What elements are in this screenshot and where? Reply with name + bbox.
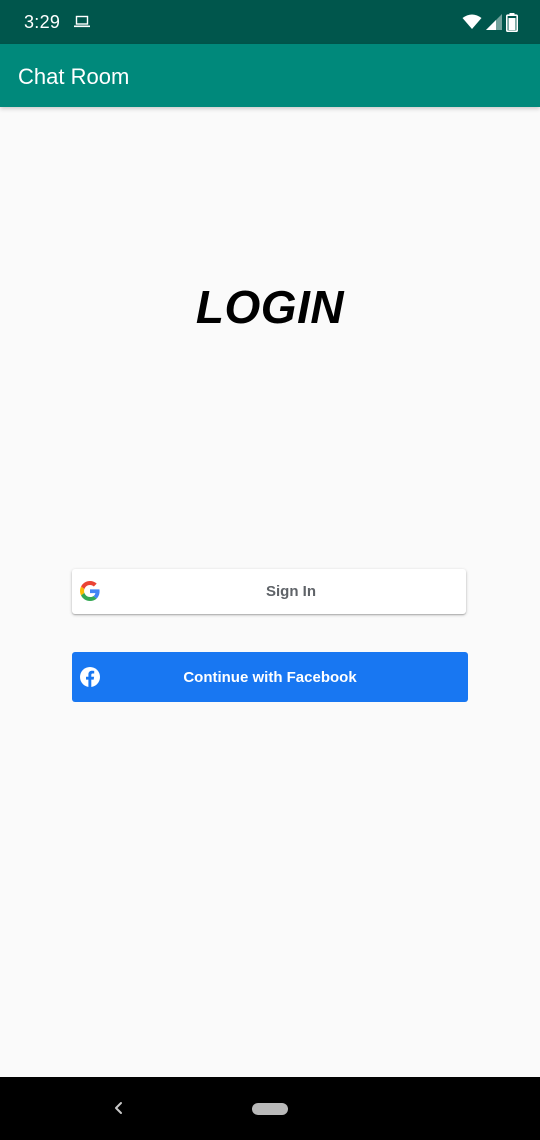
laptop-icon xyxy=(74,15,90,28)
signal-icon xyxy=(486,14,502,30)
google-sign-in-button[interactable]: Sign In xyxy=(72,569,466,614)
navigation-bar xyxy=(0,1077,540,1140)
battery-icon xyxy=(506,12,518,32)
status-icons xyxy=(462,12,518,32)
wifi-icon xyxy=(462,14,482,29)
status-bar: 3:29 xyxy=(0,0,540,44)
back-icon[interactable] xyxy=(111,1099,125,1117)
facebook-login-button[interactable]: Continue with Facebook xyxy=(72,652,468,702)
app-bar: Chat Room xyxy=(0,44,540,107)
login-heading: LOGIN xyxy=(195,281,345,333)
google-sign-in-label: Sign In xyxy=(266,583,316,600)
app-title: Chat Room xyxy=(18,64,130,89)
home-pill-icon[interactable] xyxy=(252,1103,288,1115)
status-time: 3:29 xyxy=(24,12,61,32)
facebook-login-label: Continue with Facebook xyxy=(183,669,357,686)
